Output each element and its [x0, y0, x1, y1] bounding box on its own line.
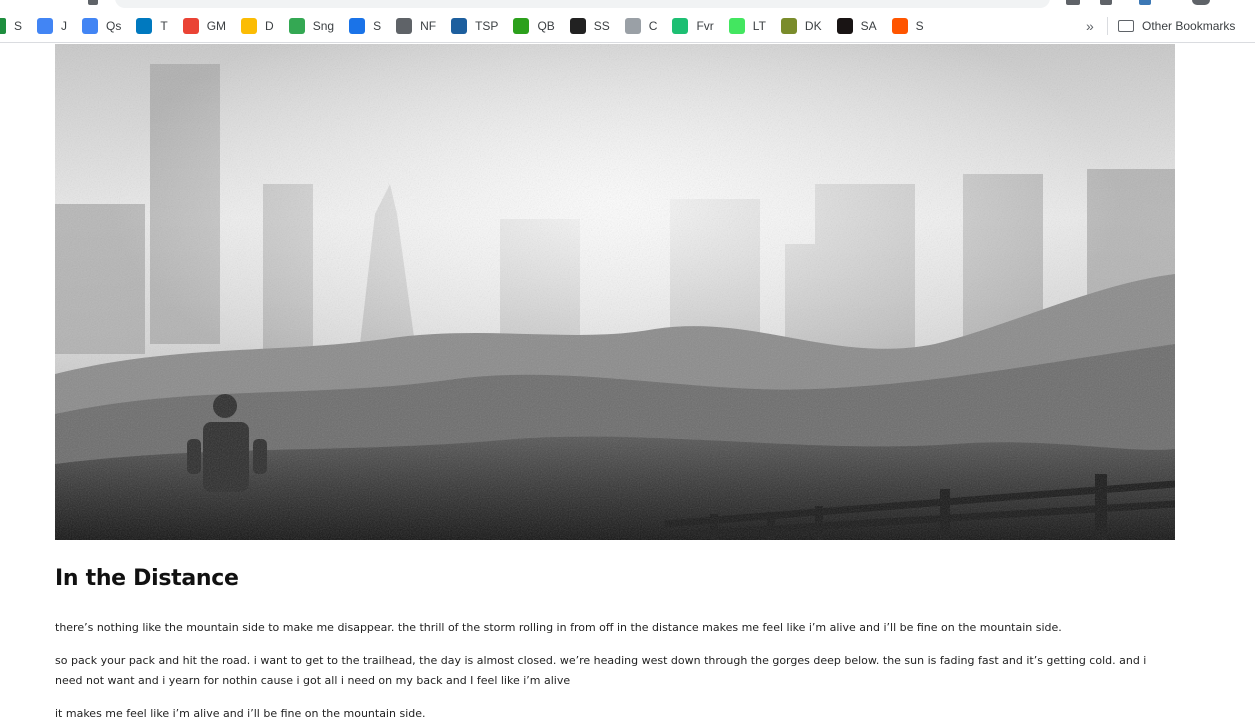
bookmark-item[interactable]: J: [31, 12, 73, 40]
page-icon: [624, 17, 641, 34]
bookmark-label: GM: [206, 18, 227, 33]
bookmark-item[interactable]: S: [0, 12, 28, 40]
bookmark-label: QB: [537, 18, 555, 33]
docs-icon: [82, 17, 99, 34]
trello-icon: [136, 17, 153, 34]
article-paragraph: it makes me feel like i’m alive and i’ll…: [55, 707, 426, 720]
drive-icon: [241, 17, 258, 34]
bookmark-label: NF: [420, 18, 437, 33]
article-paragraph: there’s nothing like the mountain side t…: [55, 621, 1062, 634]
bookmark-item[interactable]: D: [235, 12, 280, 40]
bookmark-label: DK: [804, 18, 822, 33]
bookmark-label: S: [915, 18, 924, 33]
bookmark-label: SA: [860, 18, 877, 33]
bookmark-label: TSP: [475, 18, 499, 33]
browser-toolbar-edge: [0, 0, 1255, 8]
fiverr-icon: [672, 17, 689, 34]
tsp-icon: [451, 17, 468, 34]
bookmark-item[interactable]: Qs: [76, 12, 127, 40]
docs-icon: [37, 17, 54, 34]
squarespace-icon: [569, 17, 586, 34]
bookmark-label: S: [14, 18, 23, 33]
bookmark-item[interactable]: NF: [390, 12, 442, 40]
hero-image: [55, 44, 1175, 540]
bookmark-label: Fvr: [696, 18, 714, 33]
bookmark-item[interactable]: QB: [507, 12, 560, 40]
bookmark-item[interactable]: SS: [564, 12, 616, 40]
bookmarks-bar: S J Qs T GM D Sng S NF TSP QB SS C Fvr LT DK SA S » Other…: [0, 9, 1255, 43]
bookmarks-divider: [1107, 17, 1108, 35]
tab-icon: [88, 0, 98, 5]
bookmark-item[interactable]: SA: [831, 12, 883, 40]
mountain-city-photo: [55, 44, 1175, 540]
bookmark-item[interactable]: LT: [723, 12, 772, 40]
extension-icon[interactable]: [1066, 0, 1080, 5]
bookmark-label: J: [61, 18, 68, 33]
drive-icon: [288, 17, 305, 34]
bookmark-item[interactable]: S: [886, 12, 930, 40]
bookmark-label: T: [160, 18, 168, 33]
bookmark-item[interactable]: GM: [177, 12, 232, 40]
bookmark-item[interactable]: T: [130, 12, 173, 40]
gmail-icon: [182, 17, 199, 34]
bookmark-label: Sng: [312, 18, 335, 33]
extension-icon[interactable]: [1139, 0, 1151, 5]
bookmark-item[interactable]: C: [619, 12, 664, 40]
spotify-icon: [836, 17, 853, 34]
bookmark-label: S: [373, 18, 382, 33]
globe-icon: [396, 17, 413, 34]
bookmark-label: SS: [593, 18, 610, 33]
bookmark-label: C: [648, 18, 658, 33]
soundcloud-icon: [891, 17, 908, 34]
address-bar[interactable]: [115, 0, 1050, 8]
bookmark-item[interactable]: Fvr: [666, 12, 719, 40]
folder-icon: [1118, 20, 1134, 32]
bookmark-item[interactable]: Sng: [283, 12, 340, 40]
bookmark-item[interactable]: S: [343, 12, 387, 40]
other-bookmarks-label: Other Bookmarks: [1142, 19, 1236, 33]
bookmark-item[interactable]: DK: [775, 12, 828, 40]
extension-icon[interactable]: [1100, 0, 1112, 5]
bookmark-list: S J Qs T GM D Sng S NF TSP QB SS C Fvr LT DK SA S: [0, 9, 933, 43]
bookmark-label: Qs: [106, 18, 122, 33]
article-title: In the Distance: [55, 566, 239, 591]
sheets-icon: [0, 17, 6, 34]
distrokid-icon: [780, 17, 797, 34]
calendar-icon: [349, 17, 366, 34]
bookmark-label: D: [265, 18, 274, 33]
bookmark-item[interactable]: TSP: [445, 12, 504, 40]
article-paragraph: so pack your pack and hit the road. i wa…: [55, 654, 1147, 687]
bookmarks-overflow-button[interactable]: »: [1086, 9, 1094, 43]
quickbooks-icon: [513, 17, 530, 34]
chevron-double-right-icon: »: [1086, 18, 1094, 34]
avatar[interactable]: [1192, 0, 1210, 5]
linktree-icon: [728, 17, 745, 34]
other-bookmarks-button[interactable]: Other Bookmarks: [1118, 9, 1235, 43]
bookmark-label: LT: [752, 18, 766, 33]
